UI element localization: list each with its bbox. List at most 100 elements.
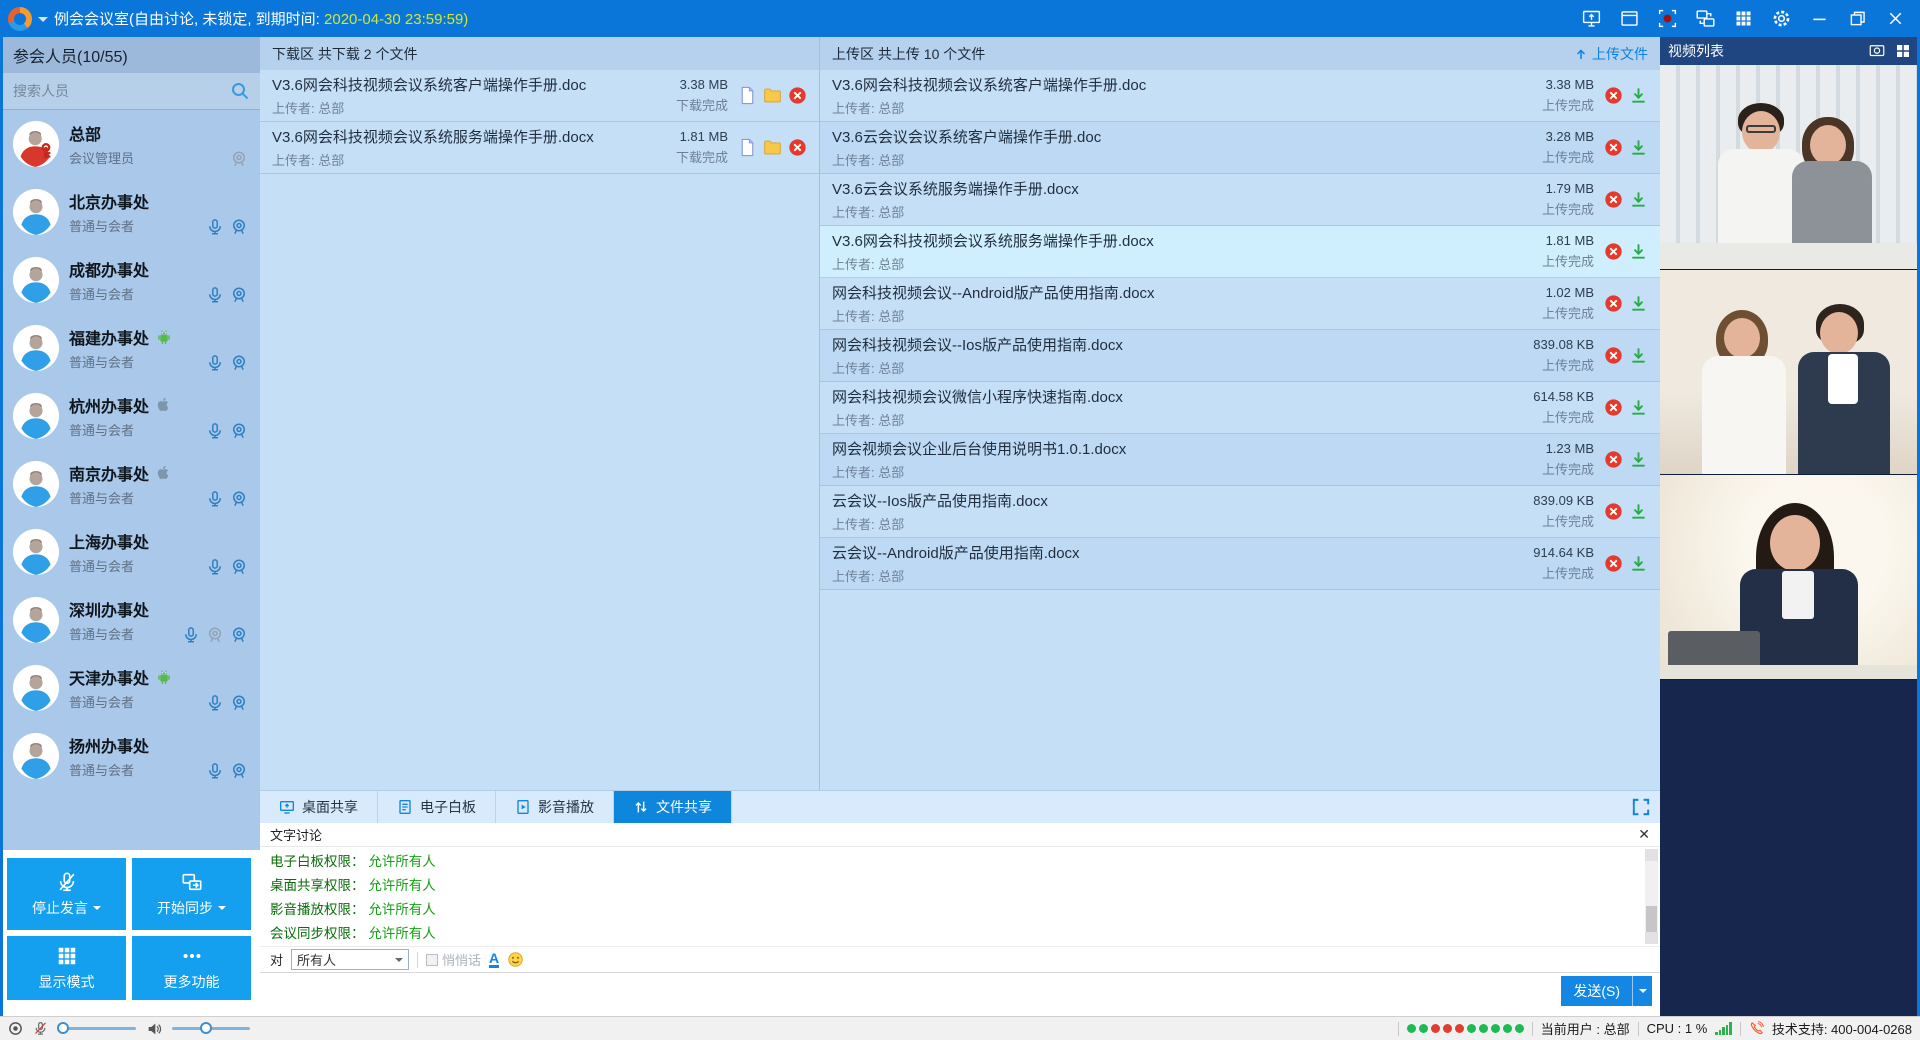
upload-file-row[interactable]: 云会议--Android版产品使用指南.docx 上传者: 总部 914.64 …	[820, 538, 1660, 590]
download-file-row[interactable]: V3.6网会科技视频会议系统客户端操作手册.doc 上传者: 总部 3.38 M…	[260, 70, 819, 122]
tab-文件共享[interactable]: 文件共享	[614, 791, 732, 823]
download-icon[interactable]	[1629, 86, 1648, 105]
camera-icon[interactable]	[230, 354, 248, 372]
camera-off-icon[interactable]	[206, 626, 224, 644]
delete-icon[interactable]	[1604, 190, 1623, 209]
camera-icon[interactable]	[230, 422, 248, 440]
video-thumbnail-3[interactable]	[1660, 475, 1920, 680]
settings-icon[interactable]	[1766, 6, 1796, 32]
download-icon[interactable]	[1629, 554, 1648, 573]
record-icon[interactable]	[1652, 6, 1682, 32]
camera-icon[interactable]	[230, 558, 248, 576]
delete-icon[interactable]	[1604, 554, 1623, 573]
mic-icon[interactable]	[206, 762, 224, 780]
download-icon[interactable]	[1629, 294, 1648, 313]
mic-icon[interactable]	[182, 626, 200, 644]
video-grid-icon[interactable]	[1894, 42, 1912, 60]
mic-icon[interactable]	[206, 422, 224, 440]
file-icon[interactable]	[738, 86, 757, 105]
speaker-icon[interactable]	[146, 1021, 162, 1037]
更多功能-button[interactable]: 更多功能	[132, 936, 251, 1000]
search-icon[interactable]	[230, 81, 250, 101]
upload-file-button[interactable]: 上传文件	[1574, 44, 1648, 64]
search-input[interactable]	[13, 83, 230, 99]
participant-row[interactable]: 天津办事处 普通与会者	[3, 654, 260, 722]
mic-icon[interactable]	[206, 354, 224, 372]
delete-icon[interactable]	[1604, 138, 1623, 157]
participant-row[interactable]: 上海办事处 普通与会者	[3, 518, 260, 586]
upload-file-row[interactable]: 网会科技视频会议--Ios版产品使用指南.docx 上传者: 总部 839.08…	[820, 330, 1660, 382]
camera-icon[interactable]	[230, 490, 248, 508]
mic-muted-icon[interactable]	[33, 1021, 48, 1036]
download-icon[interactable]	[1629, 346, 1648, 365]
fullscreen-icon[interactable]	[1632, 798, 1650, 816]
camera-icon[interactable]	[230, 286, 248, 304]
font-color-icon[interactable]: A	[489, 952, 499, 968]
download-file-row[interactable]: V3.6网会科技视频会议系统服务端操作手册.docx 上传者: 总部 1.81 …	[260, 122, 819, 174]
停止发言-button[interactable]: 停止发言	[7, 858, 126, 930]
participant-row[interactable]: 总部 会议管理员	[3, 110, 260, 178]
restore-icon[interactable]	[1842, 6, 1872, 32]
显示模式-button[interactable]: 显示模式	[7, 936, 126, 1000]
close-icon[interactable]	[1880, 6, 1910, 32]
delete-icon[interactable]	[1604, 294, 1623, 313]
video-thumbnail-2[interactable]	[1660, 270, 1920, 475]
开始同步-button[interactable]: 开始同步	[132, 858, 251, 930]
delete-icon[interactable]	[788, 86, 807, 105]
delete-icon[interactable]	[1604, 242, 1623, 261]
upload-file-row[interactable]: 网会视频会议企业后台使用说明书1.0.1.docx 上传者: 总部 1.23 M…	[820, 434, 1660, 486]
participant-row[interactable]: 杭州办事处 普通与会者	[3, 382, 260, 450]
delete-icon[interactable]	[788, 138, 807, 157]
send-options-caret[interactable]	[1632, 976, 1652, 1006]
video-monitor-icon[interactable]	[1868, 42, 1886, 60]
close-chat-icon[interactable]: ✕	[1638, 826, 1650, 843]
participant-row[interactable]: 成都办事处 普通与会者	[3, 246, 260, 314]
delete-icon[interactable]	[1604, 86, 1623, 105]
upload-file-row[interactable]: V3.6网会科技视频会议系统客户端操作手册.doc 上传者: 总部 3.38 M…	[820, 70, 1660, 122]
tab-桌面共享[interactable]: 桌面共享	[260, 791, 378, 823]
participant-row[interactable]: 北京办事处 普通与会者	[3, 178, 260, 246]
delete-icon[interactable]	[1604, 502, 1623, 521]
mic-icon[interactable]	[206, 218, 224, 236]
delete-icon[interactable]	[1604, 346, 1623, 365]
minimize-icon[interactable]	[1804, 6, 1834, 32]
tab-影音播放[interactable]: 影音播放	[496, 791, 614, 823]
screen-share-icon[interactable]	[1576, 6, 1606, 32]
mic-volume-slider[interactable]	[58, 1027, 136, 1030]
delete-icon[interactable]	[1604, 450, 1623, 469]
tab-电子白板[interactable]: 电子白板	[378, 791, 496, 823]
camera-icon[interactable]	[230, 694, 248, 712]
delete-icon[interactable]	[1604, 398, 1623, 417]
chat-scrollbar[interactable]	[1645, 849, 1658, 944]
recipient-select[interactable]: 所有人	[291, 949, 409, 970]
camera-icon[interactable]	[230, 762, 248, 780]
upload-file-row[interactable]: V3.6网会科技视频会议系统服务端操作手册.docx 上传者: 总部 1.81 …	[820, 226, 1660, 278]
search-box[interactable]	[3, 73, 260, 110]
download-icon[interactable]	[1629, 242, 1648, 261]
folder-icon[interactable]	[763, 138, 782, 157]
window-icon[interactable]	[1614, 6, 1644, 32]
camera-off-icon[interactable]	[230, 150, 248, 168]
speaker-volume-slider[interactable]	[172, 1027, 250, 1030]
camera-icon[interactable]	[230, 218, 248, 236]
mic-icon[interactable]	[206, 558, 224, 576]
video-thumbnail-1[interactable]	[1660, 65, 1920, 270]
participant-row[interactable]: 深圳办事处 普通与会者	[3, 586, 260, 654]
chevron-down-icon[interactable]	[38, 17, 48, 27]
folder-icon[interactable]	[763, 86, 782, 105]
mic-icon[interactable]	[206, 490, 224, 508]
download-icon[interactable]	[1629, 398, 1648, 417]
grid-icon[interactable]	[1728, 6, 1758, 32]
upload-file-row[interactable]: 网会科技视频会议微信小程序快速指南.docx 上传者: 总部 614.58 KB…	[820, 382, 1660, 434]
participant-row[interactable]: 扬州办事处 普通与会者	[3, 722, 260, 790]
send-button[interactable]: 发送(S)	[1561, 976, 1652, 1006]
record-dot-icon[interactable]	[8, 1021, 23, 1036]
mic-icon[interactable]	[206, 286, 224, 304]
net-sync-icon[interactable]	[1690, 6, 1720, 32]
camera-icon[interactable]	[230, 626, 248, 644]
upload-file-row[interactable]: 云会议--Ios版产品使用指南.docx 上传者: 总部 839.09 KB 上…	[820, 486, 1660, 538]
download-icon[interactable]	[1629, 138, 1648, 157]
download-icon[interactable]	[1629, 190, 1648, 209]
download-icon[interactable]	[1629, 450, 1648, 469]
participant-row[interactable]: 福建办事处 普通与会者	[3, 314, 260, 382]
